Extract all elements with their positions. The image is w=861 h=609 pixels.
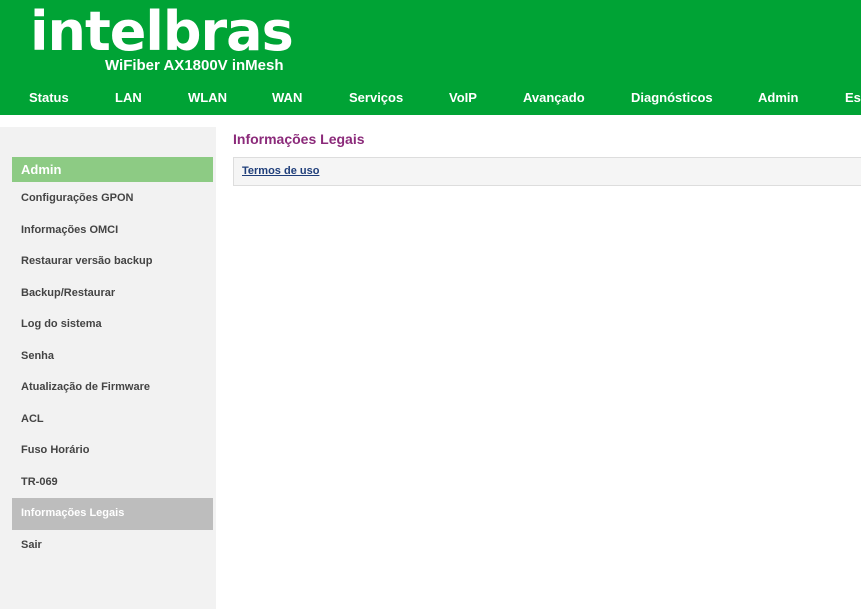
- sidebar-item-sair[interactable]: Sair: [12, 530, 213, 562]
- sidebar-item-fuso-horario[interactable]: Fuso Horário: [12, 435, 213, 467]
- sidebar-item-tr-069[interactable]: TR-069: [12, 467, 213, 499]
- nav-wlan[interactable]: WLAN: [188, 88, 227, 108]
- sidebar-item-backup-restaurar[interactable]: Backup/Restaurar: [12, 278, 213, 310]
- product-name: WiFiber AX1800V inMesh: [105, 57, 284, 74]
- sidebar-header: Admin: [12, 157, 213, 182]
- header: intelbras WiFiber AX1800V inMesh Status …: [0, 0, 861, 115]
- nav-lan[interactable]: LAN: [115, 88, 142, 108]
- nav-wan[interactable]: WAN: [272, 88, 302, 108]
- nav-avancado[interactable]: Avançado: [523, 88, 585, 108]
- sidebar-item-acl[interactable]: ACL: [12, 404, 213, 436]
- nav-diagnosticos[interactable]: Diagnósticos: [631, 88, 713, 108]
- sidebar-item-log-do-sistema[interactable]: Log do sistema: [12, 309, 213, 341]
- top-nav: Status LAN WLAN WAN Serviços VoIP Avança…: [0, 88, 861, 108]
- sidebar-item-atualizacao-de-firmware[interactable]: Atualização de Firmware: [12, 372, 213, 404]
- page-title: Informações Legais: [233, 131, 365, 147]
- nav-es[interactable]: Es: [845, 88, 861, 108]
- intelbras-logo[interactable]: intelbras: [30, 0, 294, 64]
- sidebar-item-restaurar-versao-backup[interactable]: Restaurar versão backup: [12, 246, 213, 278]
- sidebar: Admin Configurações GPON Informações OMC…: [0, 127, 216, 609]
- nav-status[interactable]: Status: [29, 88, 69, 108]
- sidebar-menu: Configurações GPON Informações OMCI Rest…: [12, 183, 213, 561]
- page: intelbras WiFiber AX1800V inMesh Status …: [0, 0, 861, 609]
- sidebar-item-informacoes-omci[interactable]: Informações OMCI: [12, 215, 213, 247]
- nav-voip[interactable]: VoIP: [449, 88, 477, 108]
- termos-de-uso-link[interactable]: Termos de uso: [242, 165, 319, 177]
- sidebar-item-informacoes-legais[interactable]: Informações Legais: [12, 498, 213, 530]
- nav-servicos[interactable]: Serviços: [349, 88, 403, 108]
- legal-info-panel: Termos de uso: [233, 157, 861, 186]
- sidebar-item-configuracoes-gpon[interactable]: Configurações GPON: [12, 183, 213, 215]
- sidebar-item-senha[interactable]: Senha: [12, 341, 213, 373]
- nav-admin[interactable]: Admin: [758, 88, 798, 108]
